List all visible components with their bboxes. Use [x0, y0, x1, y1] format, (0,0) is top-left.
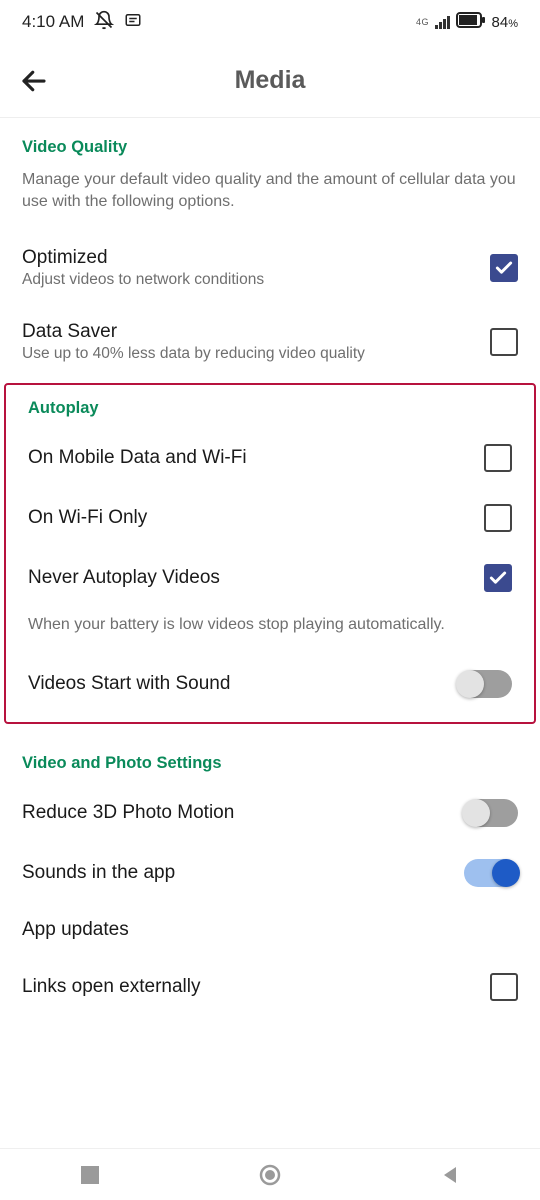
option-links-external[interactable]: Links open externally [0, 957, 540, 1017]
section-header-video-quality: Video Quality [0, 118, 540, 167]
section-header-video-photo: Video and Photo Settings [0, 734, 540, 783]
option-optimized[interactable]: Optimized Adjust videos to network condi… [0, 231, 540, 305]
option-title: Links open externally [22, 976, 474, 998]
option-autoplay-wifi-only[interactable]: On Wi-Fi Only [6, 488, 534, 548]
toggle-sounds-in-app[interactable] [464, 859, 518, 887]
checkbox-autoplay-wifi-only[interactable] [484, 504, 512, 532]
option-autoplay-mobile-wifi[interactable]: On Mobile Data and Wi-Fi [6, 428, 534, 488]
notification-icon [124, 11, 142, 34]
battery-percent: 84% [492, 14, 518, 31]
option-title: Sounds in the app [22, 862, 448, 884]
checkbox-autoplay-never[interactable] [484, 564, 512, 592]
option-reduce-3d[interactable]: Reduce 3D Photo Motion [0, 783, 540, 843]
section-desc-video-quality: Manage your default video quality and th… [0, 167, 540, 231]
option-title: Reduce 3D Photo Motion [22, 802, 448, 824]
page-title: Media [0, 66, 540, 95]
nav-recent-button[interactable] [72, 1157, 108, 1193]
toggle-reduce-3d[interactable] [464, 799, 518, 827]
checkbox-links-external[interactable] [490, 973, 518, 1001]
battery-icon [456, 12, 486, 33]
autoplay-battery-note: When your battery is low videos stop pla… [6, 608, 534, 654]
option-title: Videos Start with Sound [28, 673, 442, 695]
option-title: On Wi-Fi Only [28, 507, 468, 529]
option-data-saver[interactable]: Data Saver Use up to 40% less data by re… [0, 305, 540, 379]
app-bar: Media [0, 44, 540, 118]
status-time: 4:10 AM [22, 12, 84, 32]
section-header-autoplay: Autoplay [6, 389, 534, 428]
option-videos-start-sound[interactable]: Videos Start with Sound [6, 654, 534, 714]
network-type-label: 4G [416, 18, 429, 26]
option-title: Never Autoplay Videos [28, 567, 468, 589]
option-subtitle: Use up to 40% less data by reducing vide… [22, 345, 474, 363]
nav-home-button[interactable] [252, 1157, 288, 1193]
toggle-videos-start-sound[interactable] [458, 670, 512, 698]
option-title: On Mobile Data and Wi-Fi [28, 447, 468, 469]
option-subtitle: Adjust videos to network conditions [22, 271, 474, 289]
system-nav-bar [0, 1148, 540, 1200]
autoplay-highlight: Autoplay On Mobile Data and Wi-Fi On Wi-… [4, 383, 536, 724]
back-button[interactable] [14, 61, 54, 101]
checkbox-autoplay-mobile-wifi[interactable] [484, 444, 512, 472]
checkbox-data-saver[interactable] [490, 328, 518, 356]
status-bar: 4:10 AM 4G 84% [0, 0, 540, 44]
nav-back-button[interactable] [432, 1157, 468, 1193]
option-title: Data Saver [22, 321, 474, 343]
option-title: Optimized [22, 247, 474, 269]
option-autoplay-never[interactable]: Never Autoplay Videos [6, 548, 534, 608]
option-title: App updates [22, 919, 518, 941]
signal-icon [435, 15, 450, 29]
option-sounds-in-app[interactable]: Sounds in the app [0, 843, 540, 903]
checkbox-optimized[interactable] [490, 254, 518, 282]
mute-icon [94, 10, 114, 35]
option-app-updates[interactable]: App updates [0, 903, 540, 957]
